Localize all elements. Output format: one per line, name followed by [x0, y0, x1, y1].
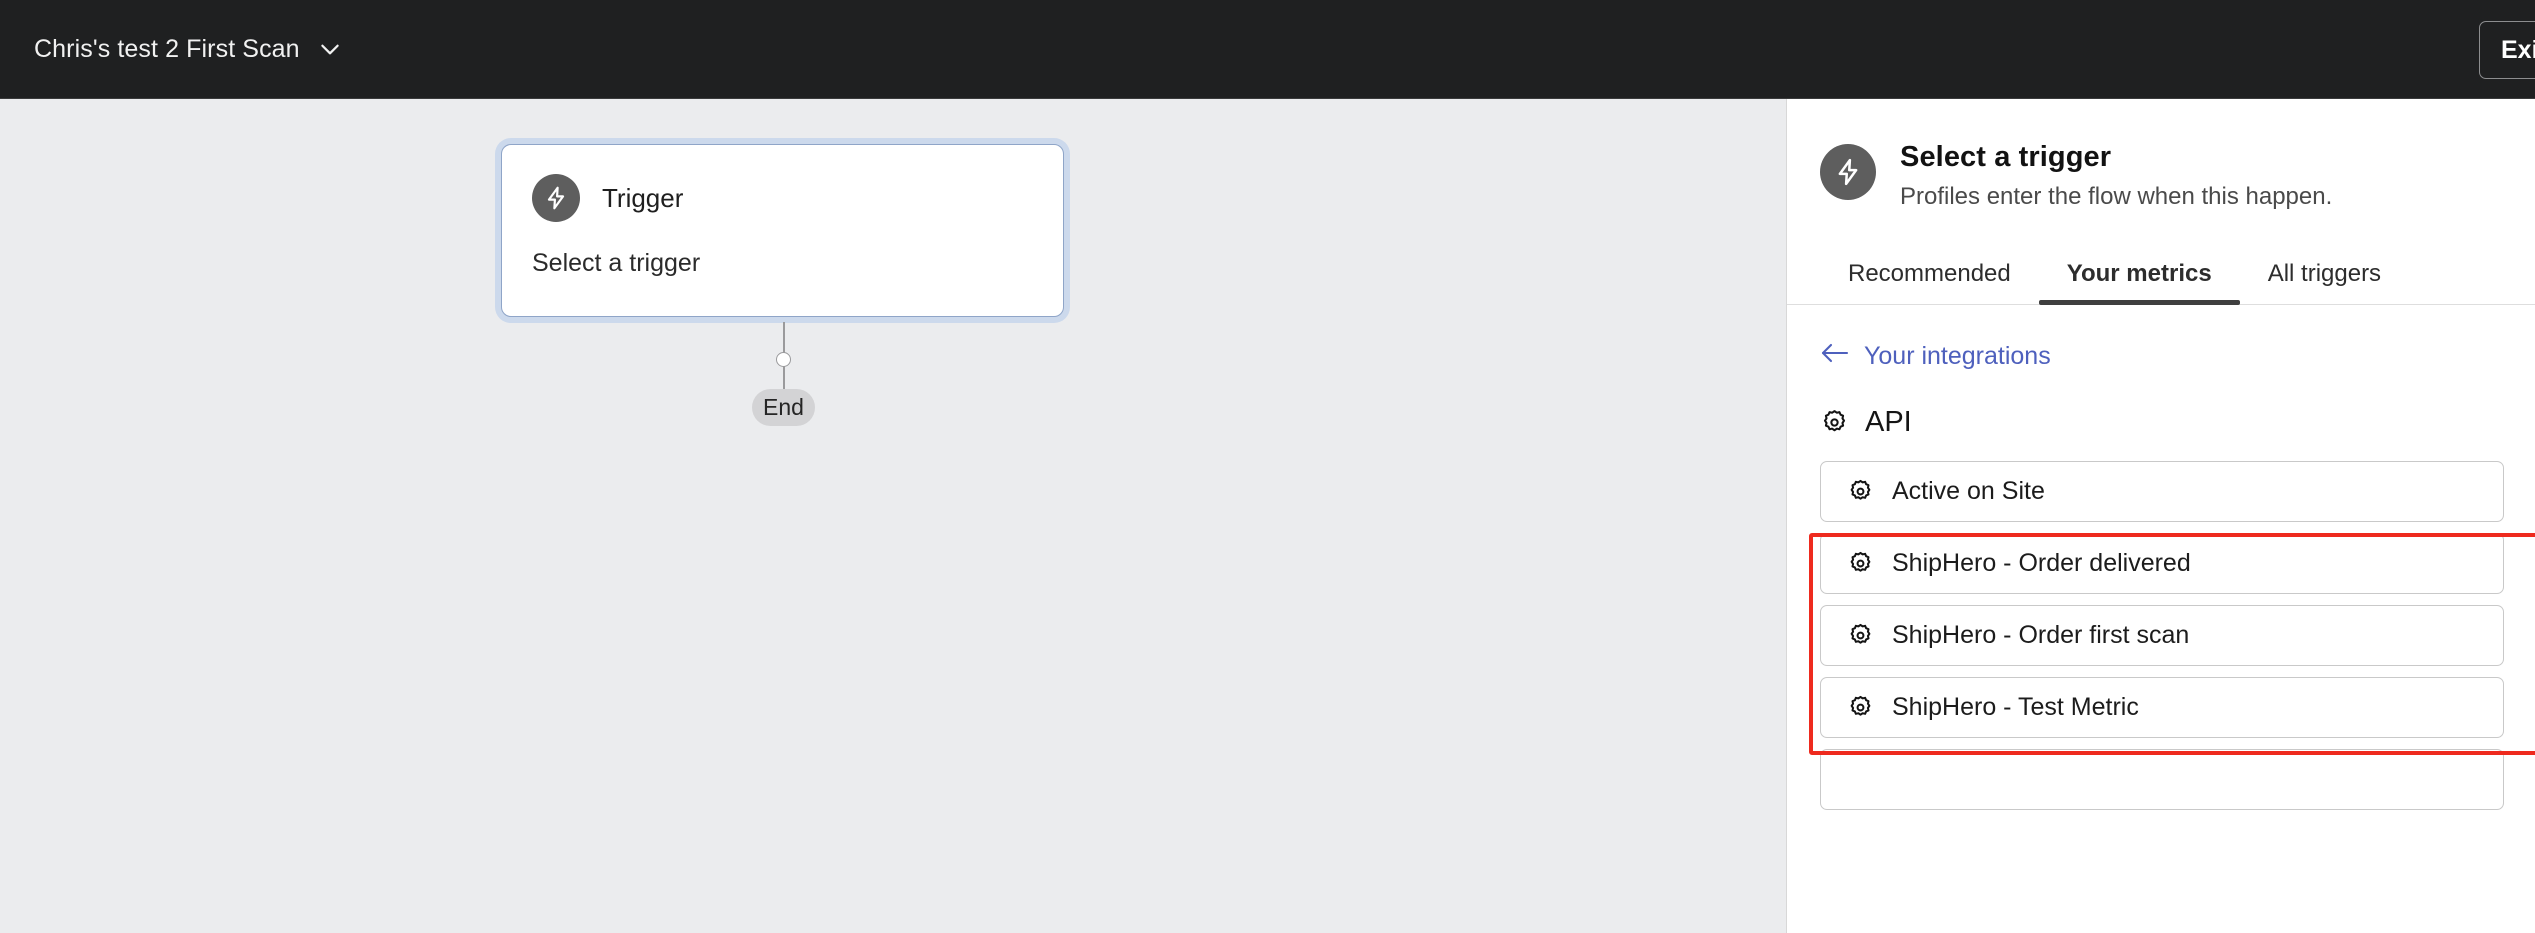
lightning-bolt-icon — [1820, 144, 1876, 200]
metric-card-label: ShipHero - Test Metric — [1892, 693, 2139, 721]
panel-header-text: Select a trigger Profiles enter the flow… — [1900, 141, 2332, 211]
top-bar: Chris's test 2 First Scan Exit — [0, 0, 2535, 99]
gear-icon — [1847, 478, 1874, 505]
end-node[interactable]: End — [752, 389, 815, 426]
trigger-card-title: Trigger — [602, 182, 684, 213]
integration-section-title: API — [1865, 406, 1912, 438]
arrow-left-icon — [1820, 341, 1850, 372]
tab-recommended[interactable]: Recommended — [1820, 260, 2039, 304]
trigger-card[interactable]: Trigger Select a trigger — [501, 144, 1064, 317]
trigger-card-header: Trigger — [532, 174, 1033, 222]
back-link-label: Your integrations — [1864, 342, 2051, 370]
metric-card-label: ShipHero - Order delivered — [1892, 549, 2191, 577]
flow-title-text: Chris's test 2 First Scan — [34, 34, 300, 63]
tab-all-triggers[interactable]: All triggers — [2240, 260, 2409, 304]
flow-title-dropdown[interactable]: Chris's test 2 First Scan — [34, 35, 343, 64]
flow-builder-app: Chris's test 2 First Scan Exit Trigger S… — [0, 0, 2535, 933]
panel-header: Select a trigger Profiles enter the flow… — [1787, 99, 2535, 211]
metric-card-shiphero-test-metric[interactable]: ShipHero - Test Metric — [1820, 677, 2504, 738]
integration-section-header: API — [1820, 406, 2535, 439]
metric-card-label: ShipHero - Order first scan — [1892, 621, 2190, 649]
back-to-integrations-link[interactable]: Your integrations — [1820, 341, 2051, 372]
exit-button[interactable]: Exit — [2479, 21, 2535, 79]
metric-card-shiphero-order-first-scan[interactable]: ShipHero - Order first scan — [1820, 605, 2504, 666]
tab-your-metrics[interactable]: Your metrics — [2038, 260, 2240, 305]
gear-icon — [1847, 550, 1874, 577]
add-step-node[interactable] — [776, 352, 791, 367]
flow-canvas[interactable]: Trigger Select a trigger End — [0, 99, 1786, 933]
metric-card-next-partial[interactable] — [1820, 749, 2504, 810]
panel-title: Select a trigger — [1900, 141, 2112, 173]
metric-card-label: Active on Site — [1892, 477, 2045, 505]
gear-icon — [1847, 694, 1874, 721]
trigger-node-wrapper: Trigger Select a trigger — [501, 144, 1064, 317]
metric-card-shiphero-order-delivered[interactable]: ShipHero - Order delivered — [1820, 533, 2504, 594]
metric-trigger-list: Active on Site ShipHero - Order delivere… — [1787, 461, 2535, 810]
trigger-selection-panel: Select a trigger Profiles enter the flow… — [1786, 99, 2535, 933]
metric-card-active-on-site[interactable]: Active on Site — [1820, 461, 2504, 522]
gear-icon — [1847, 622, 1874, 649]
trigger-card-subtitle: Select a trigger — [532, 249, 701, 277]
lightning-bolt-icon — [532, 174, 580, 222]
panel-subtitle: Profiles enter the flow when this happen… — [1900, 183, 2333, 210]
chevron-down-icon — [317, 36, 343, 62]
gear-icon — [1820, 408, 1849, 437]
panel-tabs: Recommended Your metrics All triggers — [1787, 241, 2535, 305]
